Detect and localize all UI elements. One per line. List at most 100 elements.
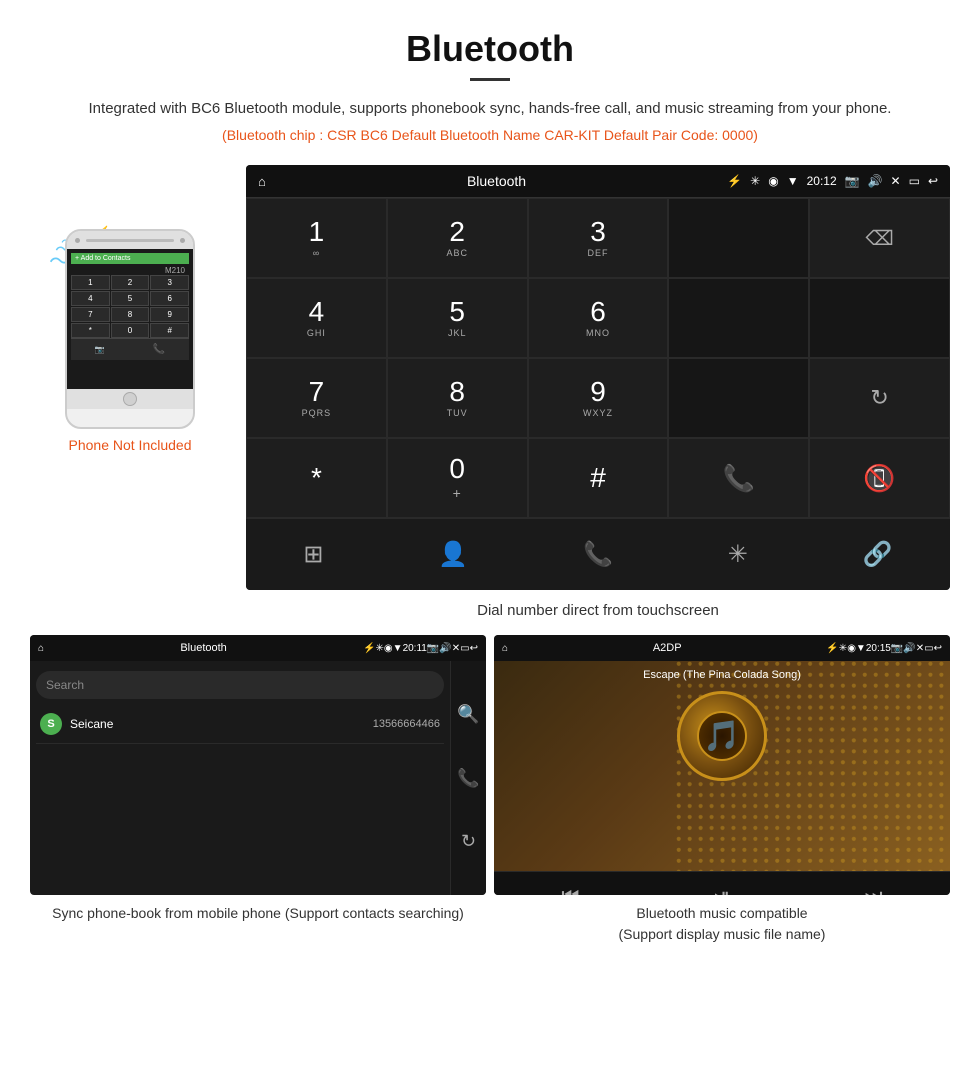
big-statusbar: ⌂ Bluetooth ⚡ ✳ ◉ ▼ 20:12 📷 🔊 ✕ ▭ ↩ [246,165,950,197]
phone-container: 〜〜 〜〜 〜〜 ⚡ + Add to Contacts M210 1 2 3 [30,165,230,453]
phone-key-9[interactable]: 9 [150,307,189,322]
back-icon[interactable]: ↩ [928,174,938,188]
pb-time: 20:11 [403,643,427,654]
dial-key-3[interactable]: 3 DEF [528,198,669,278]
dial-key-star[interactable]: * [246,438,387,518]
music-note-icon: 🎵 [703,719,740,754]
phonebook-inner: Search S Seicane 13566664466 🔍 📞 ↻ [30,661,486,895]
music-bt-icon: ✳ [839,643,847,654]
phone-key-hash[interactable]: # [150,323,189,338]
music-loc-icon: ◉ [847,643,856,654]
phone-home-button[interactable] [123,392,137,406]
page-header: Bluetooth Integrated with BC6 Bluetooth … [0,0,980,165]
bottom-panels: ⌂ Bluetooth ⚡ ✳ ◉ ▼ 20:11 📷 🔊 ✕ ▭ ↩ Sear… [0,635,980,975]
home-icon[interactable]: ⌂ [258,174,266,189]
dial-phone-icon[interactable]: 📞 [583,540,613,569]
phone-key-6[interactable]: 6 [150,291,189,306]
top-section: 〜〜 〜〜 〜〜 ⚡ + Add to Contacts M210 1 2 3 [0,165,980,635]
phonebook-panel: ⌂ Bluetooth ⚡ ✳ ◉ ▼ 20:11 📷 🔊 ✕ ▭ ↩ Sear… [30,635,486,945]
music-play-pause-icon[interactable]: ⏯ [714,885,730,895]
phone-key-star[interactable]: * [71,323,110,338]
dial-key-6[interactable]: 6 MNO [528,278,669,358]
phone-key-0[interactable]: 0 [111,323,150,338]
dial-keypad: 1 ∞ 2 ABC 3 DEF ⌫ 4 GHI [246,197,950,518]
wifi-icon: ▼ [787,174,799,188]
page-title: Bluetooth [60,28,920,70]
phone-key-3[interactable]: 3 [150,275,189,290]
phone-call-icon: 📞 [153,344,165,355]
phone-number-display: M210 [71,266,189,275]
dial-bt-icon[interactable]: ✳ [728,540,748,569]
dial-key-backspace[interactable]: ⌫ [809,198,950,278]
music-close-icon[interactable]: ✕ [916,643,924,654]
phonebook-statusbar: ⌂ Bluetooth ⚡ ✳ ◉ ▼ 20:11 📷 🔊 ✕ ▭ ↩ [30,635,486,661]
search-placeholder: Search [46,678,84,692]
music-volume-icon[interactable]: 🔊 [903,643,915,654]
pb-camera-icon[interactable]: 📷 [427,643,439,654]
music-panel: ⌂ A2DP ⚡ ✳ ◉ ▼ 20:15 📷 🔊 ✕ ▭ ↩ [494,635,950,945]
phone-not-included-label: Phone Not Included [69,437,192,453]
dial-key-9[interactable]: 9 WXYZ [528,358,669,438]
music-screen: ⌂ A2DP ⚡ ✳ ◉ ▼ 20:15 📷 🔊 ✕ ▭ ↩ [494,635,950,895]
pb-side-refresh-icon[interactable]: ↻ [461,831,476,852]
camera-icon[interactable]: 📷 [845,174,860,188]
dial-key-1[interactable]: 1 ∞ [246,198,387,278]
phone-key-5[interactable]: 5 [111,291,150,306]
dial-contact-icon[interactable]: 👤 [438,540,468,569]
dial-link-icon[interactable]: 🔗 [863,540,893,569]
album-art-inner: 🎵 [697,711,747,761]
pb-usb-icon: ⚡ [363,643,375,654]
big-dial-screen: ⌂ Bluetooth ⚡ ✳ ◉ ▼ 20:12 📷 🔊 ✕ ▭ ↩ [246,165,950,590]
phone-dot-1 [75,238,80,243]
dial-key-call[interactable]: 📞 [668,438,809,518]
dial-key-2[interactable]: 2 ABC [387,198,528,278]
music-camera-icon[interactable]: 📷 [891,643,903,654]
pb-volume-icon[interactable]: 🔊 [439,643,451,654]
phone-bottom-bar: 📷 📞 [71,338,189,360]
dial-key-7[interactable]: 7 PQRS [246,358,387,438]
dial-screen-container: ⌂ Bluetooth ⚡ ✳ ◉ ▼ 20:12 📷 🔊 ✕ ▭ ↩ [246,165,950,635]
dial-key-5[interactable]: 5 JKL [387,278,528,358]
phone-key-1[interactable]: 1 [71,275,110,290]
pb-side-call-icon[interactable]: 📞 [457,768,479,789]
dial-key-empty-2 [668,278,809,358]
dial-grid-icon[interactable]: ⊞ [303,540,323,569]
phone-screen: + Add to Contacts M210 1 2 3 4 5 6 7 8 9… [67,249,193,389]
phone-key-8[interactable]: 8 [111,307,150,322]
volume-icon[interactable]: 🔊 [868,174,883,188]
dial-key-empty-4 [668,358,809,438]
pb-wifi-icon: ▼ [393,643,403,654]
location-icon: ◉ [768,174,778,188]
dial-key-4[interactable]: 4 GHI [246,278,387,358]
pb-back-icon[interactable]: ↩ [470,643,478,654]
pb-side-search-icon[interactable]: 🔍 [457,704,479,725]
dial-key-refresh[interactable]: ↻ [809,358,950,438]
usb-icon: ⚡ [727,174,742,188]
pb-close-icon[interactable]: ✕ [452,643,460,654]
phone-key-7[interactable]: 7 [71,307,110,322]
music-next-icon[interactable]: ⏭ [865,885,883,895]
phonebook-search-bar[interactable]: Search [36,671,444,699]
dial-key-0[interactable]: 0 + [387,438,528,518]
phone-mock: + Add to Contacts M210 1 2 3 4 5 6 7 8 9… [65,229,195,429]
dial-key-end[interactable]: 📵 [809,438,950,518]
dial-key-8[interactable]: 8 TUV [387,358,528,438]
dial-key-hash[interactable]: # [528,438,669,518]
music-album-art: 🎵 [677,691,767,781]
contact-name: Seicane [70,717,373,731]
bt-icon: ✳ [750,174,760,188]
music-prev-icon[interactable]: ⏮ [561,885,579,895]
close-icon[interactable]: ✕ [891,174,901,188]
music-screen-icon[interactable]: ▭ [924,643,933,654]
music-time: 20:15 [866,643,891,654]
music-back-icon[interactable]: ↩ [934,643,942,654]
pb-screen-icon[interactable]: ▭ [460,643,469,654]
phone-key-2[interactable]: 2 [111,275,150,290]
phone-dialpad: 1 2 3 4 5 6 7 8 9 * 0 # [71,275,189,338]
phone-key-4[interactable]: 4 [71,291,110,306]
contact-row[interactable]: S Seicane 13566664466 [36,705,444,744]
header-description: Integrated with BC6 Bluetooth module, su… [60,97,920,121]
title-divider [470,78,510,81]
screen-icon[interactable]: ▭ [909,174,920,188]
pb-bt-icon: ✳ [376,643,384,654]
